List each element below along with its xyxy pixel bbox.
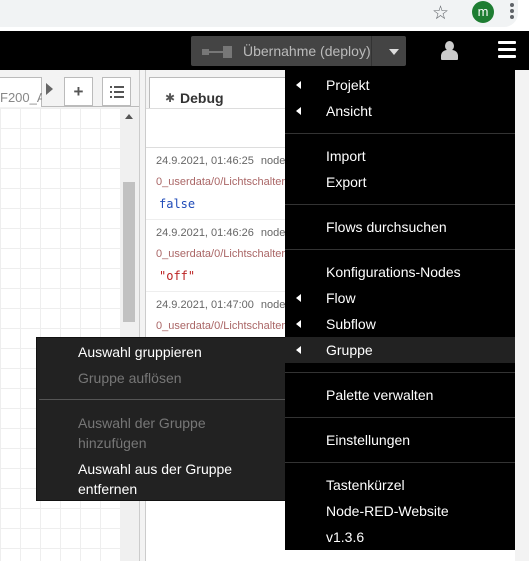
- menu-item-ansicht[interactable]: Ansicht: [285, 98, 515, 124]
- menu-divider: [39, 399, 287, 400]
- submenu-arrow-icon: [296, 81, 301, 89]
- browser-menu-icon[interactable]: [510, 3, 514, 21]
- menu-divider: [285, 462, 515, 463]
- scrollbar-thumb[interactable]: [123, 182, 135, 322]
- menu-item-export[interactable]: Export: [285, 169, 515, 195]
- tab-debug[interactable]: ✱ Debug: [149, 77, 286, 108]
- scroll-up-icon[interactable]: [125, 114, 133, 119]
- menu-item-keyboard-shortcuts[interactable]: Tastenkürzel: [285, 472, 515, 498]
- menu-divider: [285, 249, 515, 250]
- message-topic: 0_userdata/0/Lichtschalter: [156, 320, 286, 332]
- group-submenu: Auswahl gruppieren Gruppe auflösen Auswa…: [36, 337, 288, 501]
- message-topic: 0_userdata/0/Lichtschalter: [156, 248, 286, 260]
- deploy-label: Übernahme (deploy): [243, 43, 371, 59]
- deploy-icon: [202, 46, 232, 58]
- tab-flow[interactable]: F200_A: [0, 77, 42, 107]
- menu-divider: [285, 372, 515, 373]
- menu-item-projekt[interactable]: Projekt: [285, 72, 515, 98]
- message-meta: 24.9.2021, 01:46:25 node: [156, 155, 286, 167]
- browser-toolbar: ☆ m: [0, 0, 529, 31]
- menu-divider: [285, 417, 515, 418]
- menu-item-subflow[interactable]: Subflow: [285, 311, 515, 337]
- bug-icon: ✱: [165, 91, 176, 105]
- hamburger-menu-icon[interactable]: [498, 41, 516, 62]
- menu-item-add-to-group: Auswahl der Gruppe hinzufügen: [78, 415, 206, 451]
- menu-divider: [285, 204, 515, 205]
- message-topic: 0_userdata/0/Lichtschalter: [156, 176, 286, 188]
- menu-item-remove-from-group[interactable]: Auswahl aus der Gruppe entfernen: [78, 459, 232, 499]
- menu-item-website[interactable]: Node-RED-Website: [285, 498, 515, 524]
- menu-item-ungroup: Gruppe auflösen: [78, 370, 182, 386]
- star-icon[interactable]: ☆: [432, 2, 449, 25]
- submenu-arrow-icon: [296, 346, 301, 354]
- message-meta: 24.9.2021, 01:46:26 node: [156, 227, 286, 239]
- window-edge: [515, 70, 529, 561]
- menu-item-search-flows[interactable]: Flows durchsuchen: [285, 214, 515, 240]
- main-menu: Projekt Ansicht Import Export Flows durc…: [285, 70, 515, 550]
- menu-item-import[interactable]: Import: [285, 143, 515, 169]
- menu-divider: [285, 133, 515, 134]
- submenu-arrow-icon: [296, 294, 301, 302]
- profile-avatar[interactable]: m: [472, 1, 494, 23]
- workspace-tabs: F200_A +: [0, 70, 139, 107]
- submenu-arrow-icon: [296, 107, 301, 115]
- message-meta: 24.9.2021, 01:47:00 node: [156, 299, 286, 311]
- list-tabs-button[interactable]: [102, 77, 131, 106]
- app-header: Übernahme (deploy): [0, 31, 529, 70]
- message-value: false: [159, 197, 196, 211]
- message-value: "off": [159, 269, 196, 283]
- deploy-button[interactable]: Übernahme (deploy): [191, 36, 406, 66]
- menu-item-manage-palette[interactable]: Palette verwalten: [285, 382, 515, 408]
- deploy-separator: [371, 36, 372, 66]
- add-tab-button[interactable]: +: [64, 77, 93, 106]
- list-icon: [109, 86, 124, 98]
- menu-item-gruppe[interactable]: Gruppe: [285, 337, 515, 363]
- submenu-arrow-icon: [296, 320, 301, 328]
- user-icon[interactable]: [440, 41, 458, 61]
- debug-message[interactable]: 24.9.2021, 01:46:25 node 0_userdata/0/Lic…: [146, 148, 286, 220]
- menu-item-group-selection[interactable]: Auswahl gruppieren: [78, 342, 202, 362]
- menu-item-flow[interactable]: Flow: [285, 285, 515, 311]
- scroll-right-icon[interactable]: [46, 83, 53, 95]
- menu-item-config-nodes[interactable]: Konfigurations-Nodes: [285, 259, 515, 285]
- debug-toolbar: [146, 108, 286, 148]
- menu-item-settings[interactable]: Einstellungen: [285, 427, 515, 453]
- menu-item-version: v1.3.6: [326, 529, 365, 545]
- caret-down-icon[interactable]: [389, 49, 399, 55]
- debug-message[interactable]: 24.9.2021, 01:46:26 node 0_userdata/0/Lic…: [146, 220, 286, 292]
- tab-debug-label: Debug: [180, 90, 224, 106]
- tab-flow-label: F200_A: [0, 90, 42, 105]
